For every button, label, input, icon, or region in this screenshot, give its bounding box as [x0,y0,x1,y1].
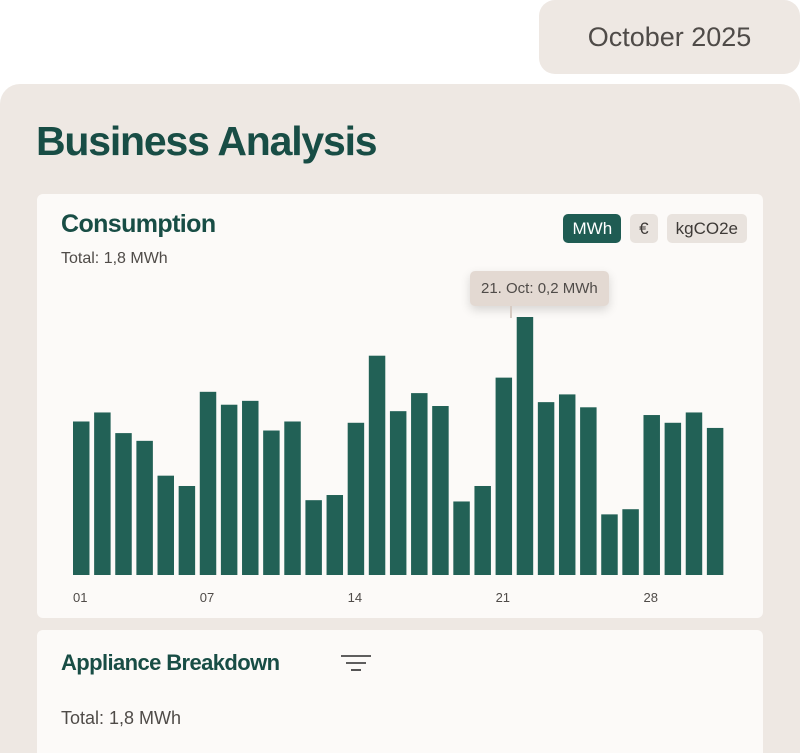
chart-tooltip: 21. Oct: 0,2 MWh [470,271,609,318]
x-tick-label: 01 [73,590,87,605]
bar[interactable] [178,485,196,575]
x-tick-label: 21 [496,590,510,605]
bar[interactable] [453,501,470,575]
bar[interactable] [115,433,132,575]
bar[interactable] [157,475,174,575]
bar[interactable] [368,355,386,575]
bar[interactable] [284,421,301,575]
appliance-breakdown-card: Appliance Breakdown Total: 1,8 MWh [37,630,763,753]
period-selector[interactable]: October 2025 [539,0,800,74]
bar-highlighted[interactable] [516,317,534,575]
bar[interactable] [242,400,259,575]
consumption-bar-chart: 01 07 14 21 28 [73,317,724,605]
bar[interactable] [73,421,90,575]
bar[interactable] [305,500,322,575]
bar[interactable] [263,430,280,575]
x-tick-label: 14 [348,590,362,605]
bar[interactable] [347,422,365,575]
bar[interactable] [326,495,344,575]
bar[interactable] [622,509,639,575]
bar[interactable] [199,391,217,575]
x-tick-label: 28 [643,590,657,605]
bar[interactable] [136,440,153,575]
bar[interactable] [94,412,111,575]
x-tick-label: 07 [200,590,214,605]
bar[interactable] [389,411,407,575]
bar[interactable] [643,415,660,575]
bar[interactable] [580,407,597,575]
bar[interactable] [601,514,618,575]
bar[interactable] [685,412,703,575]
bar[interactable] [706,427,724,575]
bar[interactable] [664,422,682,575]
bar[interactable] [411,393,428,575]
bar[interactable] [558,394,576,575]
bar[interactable] [474,485,491,575]
filter-icon[interactable] [340,654,372,672]
bar[interactable] [432,406,449,575]
consumption-card: Consumption Total: 1,8 MWh MWh € kgCO2e … [37,194,763,618]
breakdown-title: Appliance Breakdown [61,650,280,675]
bar[interactable] [495,377,513,575]
breakdown-total: Total: 1,8 MWh [61,708,182,728]
period-label: October 2025 [587,21,752,52]
bar[interactable] [537,402,555,575]
bar[interactable] [220,404,238,575]
page-title: Business Analysis [36,118,378,164]
